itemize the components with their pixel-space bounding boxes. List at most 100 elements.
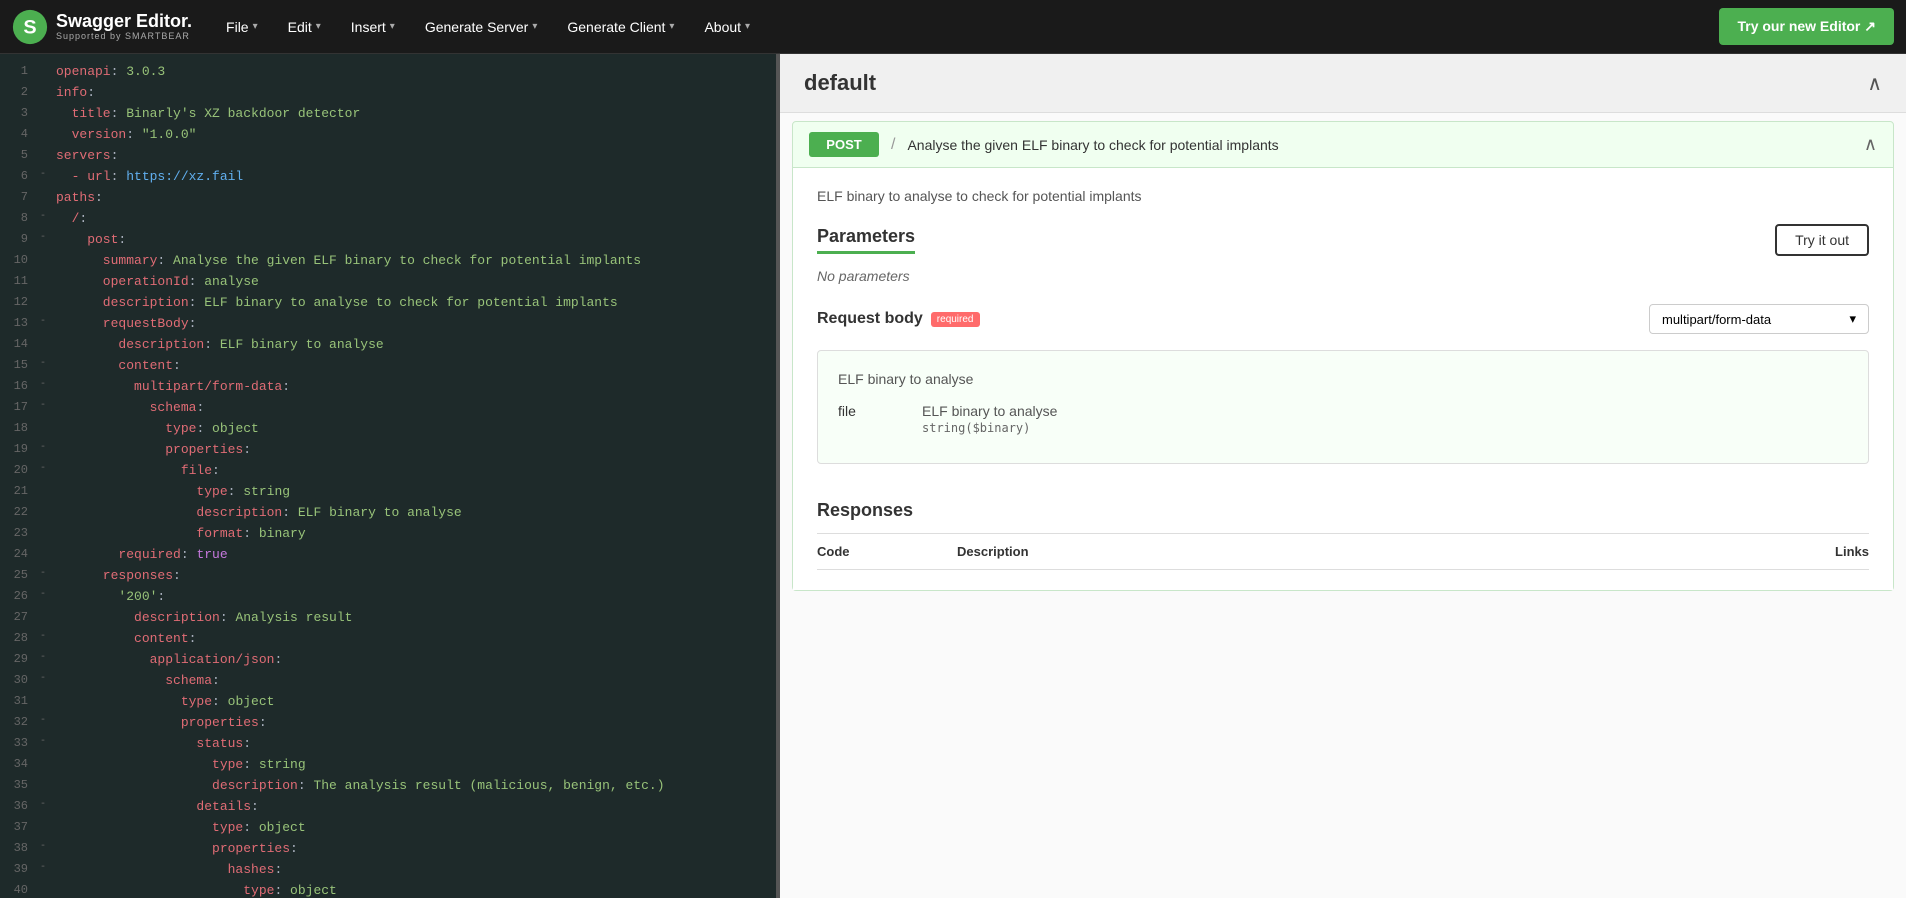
code-line: 8- /: [0, 209, 776, 230]
code-line: 29- application/json: [0, 650, 776, 671]
swagger-ui-panel: default ∧ POST / Analyse the given ELF b… [780, 54, 1906, 898]
try-new-editor-button[interactable]: Try our new Editor ↗ [1719, 8, 1894, 45]
code-line: 4 version: "1.0.0" [0, 125, 776, 146]
svg-text:S: S [23, 16, 36, 38]
rb-schema-row: file ELF binary to analyse string($binar… [838, 403, 1848, 435]
nav-insert[interactable]: Insert ▾ [337, 11, 409, 43]
chevron-down-icon: ▾ [1849, 311, 1856, 327]
nav-file[interactable]: File ▾ [212, 11, 272, 43]
code-line: 23 format: binary [0, 524, 776, 545]
endpoint-post: POST / Analyse the given ELF binary to c… [792, 121, 1894, 591]
rb-description: ELF binary to analyse [838, 371, 1848, 387]
code-line: 1openapi: 3.0.3 [0, 62, 776, 83]
section-title: default [804, 70, 876, 96]
logo-area: S Swagger Editor. Supported by SMARTBEAR [12, 9, 192, 45]
http-method-badge: POST [809, 132, 879, 157]
code-line: 26- '200': [0, 587, 776, 608]
line-gutter-icon: - [40, 839, 56, 855]
line-gutter-icon: - [40, 398, 56, 414]
code-line: 12 description: ELF binary to analyse to… [0, 293, 776, 314]
line-gutter-icon: - [40, 461, 56, 477]
code-line: 20- file: [0, 461, 776, 482]
line-gutter-icon: - [40, 860, 56, 876]
code-line: 34 type: string [0, 755, 776, 776]
main-container: 1openapi: 3.0.32info:3 title: Binarly's … [0, 54, 1906, 898]
code-line: 22 description: ELF binary to analyse [0, 503, 776, 524]
code-line: 7paths: [0, 188, 776, 209]
line-gutter-icon: - [40, 629, 56, 645]
code-line: 25- responses: [0, 566, 776, 587]
code-line: 3 title: Binarly's XZ backdoor detector [0, 104, 776, 125]
line-gutter-icon: - [40, 587, 56, 603]
code-line: 37 type: object [0, 818, 776, 839]
code-line: 14 description: ELF binary to analyse [0, 335, 776, 356]
line-gutter-icon: - [40, 230, 56, 246]
nav-edit[interactable]: Edit ▾ [274, 11, 335, 43]
endpoint-body: ELF binary to analyse to check for poten… [793, 167, 1893, 590]
endpoint-collapse-icon[interactable]: ∧ [1864, 134, 1877, 155]
code-line: 21 type: string [0, 482, 776, 503]
line-gutter-icon: - [40, 713, 56, 729]
code-line: 17- schema: [0, 398, 776, 419]
code-line: 40 type: object [0, 881, 776, 898]
params-header: Parameters Try it out [817, 224, 1869, 256]
code-line: 27 description: Analysis result [0, 608, 776, 629]
code-line: 6- - url: https://xz.fail [0, 167, 776, 188]
code-editor-panel: 1openapi: 3.0.32info:3 title: Binarly's … [0, 54, 780, 898]
yaml-editor[interactable]: 1openapi: 3.0.32info:3 title: Binarly's … [0, 54, 776, 898]
line-gutter-icon: - [40, 734, 56, 750]
chevron-down-icon: ▾ [253, 21, 258, 32]
app-subtitle: Supported by SMARTBEAR [56, 31, 192, 41]
parameters-title: Parameters [817, 226, 915, 254]
app-title: Swagger Editor. [56, 12, 192, 32]
line-gutter-icon: - [40, 671, 56, 687]
nav-generate-server[interactable]: Generate Server ▾ [411, 11, 552, 43]
line-gutter-icon: - [40, 209, 56, 225]
line-gutter-icon: - [40, 566, 56, 582]
line-gutter-icon: - [40, 377, 56, 393]
endpoint-summary: Analyse the given ELF binary to check fo… [907, 137, 1851, 153]
nav-generate-client[interactable]: Generate Client ▾ [553, 11, 688, 43]
code-line: 33- status: [0, 734, 776, 755]
responses-table-header: Code Description Links [817, 533, 1869, 570]
code-line: 13- requestBody: [0, 314, 776, 335]
responses-col-description: Description [957, 544, 1749, 559]
chevron-down-icon: ▾ [669, 21, 674, 32]
code-line: 10 summary: Analyse the given ELF binary… [0, 251, 776, 272]
code-line: 36- details: [0, 797, 776, 818]
line-gutter-icon: - [40, 650, 56, 666]
code-line: 39- hashes: [0, 860, 776, 881]
line-gutter-icon: - [40, 440, 56, 456]
chevron-down-icon: ▾ [745, 21, 750, 32]
code-line: 18 type: object [0, 419, 776, 440]
code-line: 32- properties: [0, 713, 776, 734]
parameters-section: Parameters Try it out No parameters [817, 224, 1869, 284]
try-it-out-button[interactable]: Try it out [1775, 224, 1869, 256]
content-type-select[interactable]: multipart/form-data ▾ [1649, 304, 1869, 334]
line-gutter-icon: - [40, 167, 56, 183]
code-line: 9- post: [0, 230, 776, 251]
line-gutter-icon: - [40, 797, 56, 813]
responses-section: Responses Code Description Links [817, 484, 1869, 570]
nav-about[interactable]: About ▾ [690, 11, 764, 43]
code-line: 5servers: [0, 146, 776, 167]
no-params-text: No parameters [817, 268, 1869, 284]
rb-field-type: string($binary) [922, 421, 1057, 435]
code-line: 35 description: The analysis result (mal… [0, 776, 776, 797]
endpoint-header[interactable]: POST / Analyse the given ELF binary to c… [793, 122, 1893, 167]
chevron-down-icon: ▾ [532, 21, 537, 32]
section-header: default ∧ [780, 54, 1906, 113]
code-line: 38- properties: [0, 839, 776, 860]
code-line: 24 required: true [0, 545, 776, 566]
endpoint-description: ELF binary to analyse to check for poten… [817, 188, 1869, 204]
required-badge: required [931, 312, 980, 327]
app-header: S Swagger Editor. Supported by SMARTBEAR… [0, 0, 1906, 54]
request-body-section: Request body required multipart/form-dat… [817, 304, 1869, 464]
rb-field-desc: ELF binary to analyse [922, 403, 1057, 419]
code-line: 11 operationId: analyse [0, 272, 776, 293]
responses-col-code: Code [817, 544, 957, 559]
section-collapse-icon[interactable]: ∧ [1867, 71, 1882, 96]
code-line: 2info: [0, 83, 776, 104]
request-body-content: ELF binary to analyse file ELF binary to… [817, 350, 1869, 464]
main-nav: File ▾ Edit ▾ Insert ▾ Generate Server ▾… [212, 11, 1719, 43]
